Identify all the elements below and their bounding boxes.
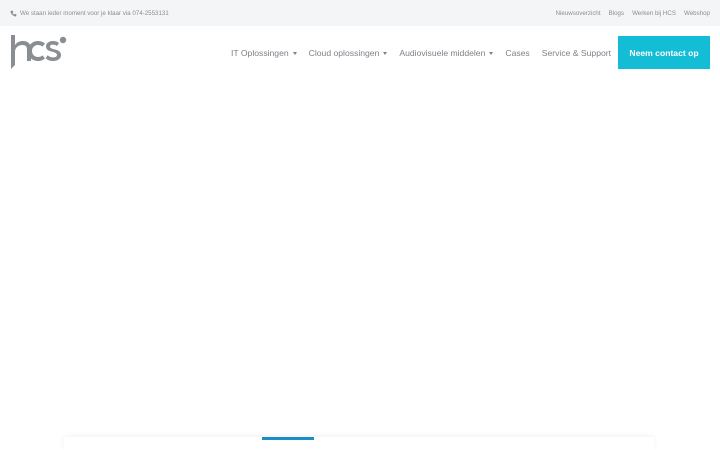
nav-label: Cases [505, 48, 530, 58]
contact-button[interactable]: Neem contact op [618, 36, 710, 69]
logo-dot [59, 36, 67, 44]
nav-label: Service & Support [541, 48, 611, 58]
phone-icon [10, 10, 17, 16]
caret-down-icon [489, 51, 494, 55]
main-header: IT Oplossingen Cloud oplossingen Audiovi… [0, 26, 720, 80]
phone-info: We staan ieder moment voor je klaar via … [10, 10, 169, 17]
phone-text: We staan ieder moment voor je klaar via … [20, 9, 169, 17]
main-nav: IT Oplossingen Cloud oplossingen Audiovi… [231, 26, 611, 80]
nav-label: IT Oplossingen [231, 48, 289, 58]
toplink-werken-bij-hcs[interactable]: Werken bij HCS [632, 10, 676, 17]
nav-item-service-support[interactable]: Service & Support [542, 48, 611, 58]
caret-down-icon [292, 51, 297, 55]
nav-item-cases[interactable]: Cases [505, 48, 529, 58]
hcs-logo[interactable] [9, 31, 69, 71]
nav-label: Cloud oplossingen [308, 48, 380, 58]
active-tab-indicator [262, 437, 314, 440]
caret-down-icon [383, 51, 388, 55]
toplink-blogs[interactable]: Blogs [609, 10, 624, 17]
nav-item-audiovisuele-middelen[interactable]: Audiovisuele middelen [399, 48, 494, 58]
nav-item-cloud-oplossingen[interactable]: Cloud oplossingen [309, 48, 388, 58]
top-links: Nieuwsoverzicht Blogs Werken bij HCS Web… [556, 10, 710, 17]
toplink-nieuwsoverzicht[interactable]: Nieuwsoverzicht [556, 10, 601, 17]
toplink-webshop[interactable]: Webshop [684, 10, 710, 17]
nav-label: Audiovisuele middelen [399, 48, 486, 58]
nav-item-it-oplossingen[interactable]: IT Oplossingen [231, 48, 297, 58]
content-card [64, 437, 654, 450]
top-bar: We staan ieder moment voor je klaar via … [0, 0, 720, 26]
